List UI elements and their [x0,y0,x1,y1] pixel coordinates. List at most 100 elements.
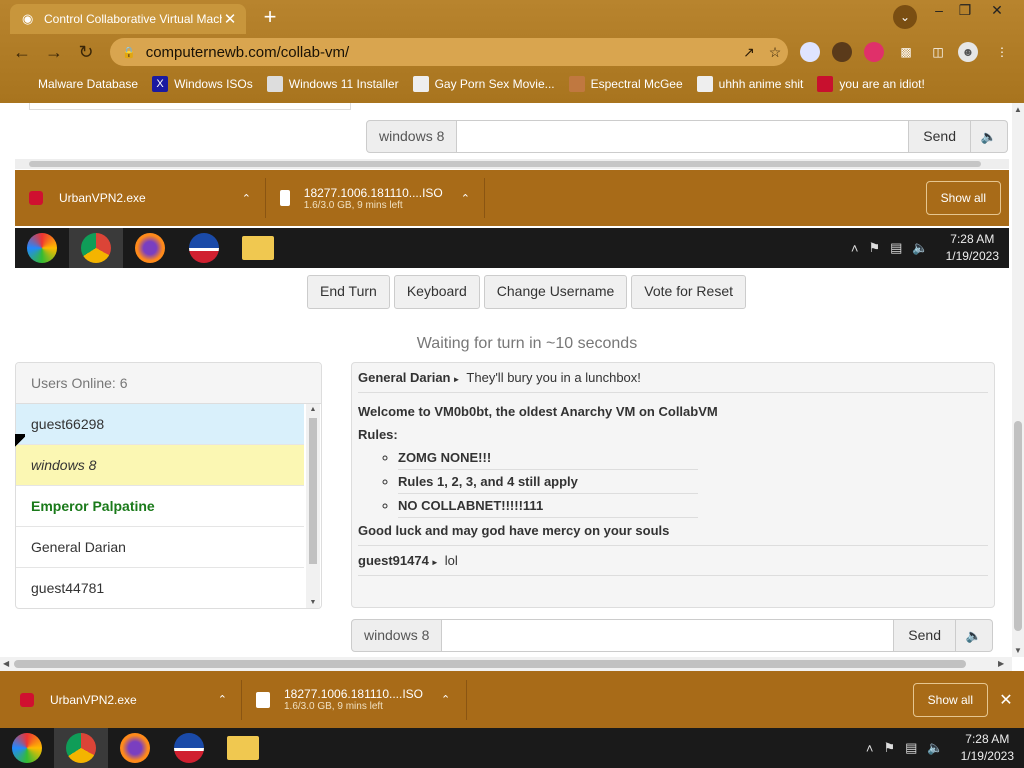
bookmark-item[interactable]: X Windows ISOs [152,76,253,92]
bookmark-item[interactable]: Malware Database [38,77,138,91]
bookmarks-bar: Malware Database X Windows ISOs Windows 1… [0,72,1024,96]
restore-button[interactable]: ❐ [950,0,980,28]
chat-message: guest91474 ► lol [358,546,988,576]
clock[interactable]: 7:28 AM 1/19/2023 [961,731,1014,765]
chrome-icon [69,228,123,268]
download-item[interactable]: UrbanVPN2.exe ⌃ [0,679,242,720]
page-vertical-scrollbar[interactable]: ▲ ▼ [1012,103,1024,657]
change-username-button[interactable]: Change Username [483,275,628,309]
show-all-button[interactable]: Show all [912,682,988,717]
end-turn-button[interactable]: End Turn [307,275,390,309]
close-shelf-icon[interactable]: ✕ [996,690,1016,710]
extension-avatar-icon[interactable] [832,42,852,62]
browser-chrome: ◉ Control Collaborative Virtual Mach ✕ +… [0,0,1024,103]
bookmark-item[interactable]: uhhh anime shit [696,76,803,92]
network-icon: ▤ [890,240,903,255]
users-scrollbar[interactable]: ▲ ▼ [306,404,320,608]
bookmark-star-icon[interactable]: ☆ [762,44,788,61]
system-tray: ˄ ⚑ ▤ 🔈 7:28 AM 1/19/2023 [861,731,1024,765]
scroll-right-icon[interactable]: ▶ [998,657,1004,671]
scroll-left-icon[interactable]: ◀ [3,657,9,671]
obama-logo-icon[interactable] [162,728,216,768]
user-row[interactable]: guest66298 [16,404,304,445]
avatar-icon [568,76,585,92]
goodbye-text: Good luck and may god have mercy on your… [358,523,670,538]
chat-panel: General Darian ► They'll bury you in a lun… [351,362,995,608]
chat-text: They'll bury you in a lunchbox! [466,370,641,385]
chat-input[interactable] [442,619,895,652]
network-icon[interactable]: ▤ [905,740,917,756]
firefox-icon [123,228,177,268]
tray-chevron-icon[interactable]: ˄ [866,741,874,756]
rule-item: NO COLLABNET!!!!!111 [398,494,698,518]
welcome-text: Welcome to VM0b0bt, the oldest Anarchy V… [358,404,718,419]
flag-icon: ⚑ [868,240,881,255]
menu-kebab-icon[interactable]: ⋮ [992,42,1012,62]
scroll-up-icon[interactable]: ▲ [1012,105,1024,114]
user-row-admin[interactable]: Emperor Palpatine [16,486,304,527]
users-panel: Users Online: 6 guest66298 windows 8 Emp… [15,362,322,609]
bookmark-item[interactable]: you are an idiot! [817,76,925,92]
chat-text: lol [444,553,458,568]
chevron-up-icon[interactable]: ⌃ [218,693,227,706]
lock-icon: 🔒 [122,46,136,59]
user-row-self[interactable]: windows 8 [16,445,304,486]
arrow-icon: ► [452,375,461,384]
close-tab-icon[interactable]: ✕ [222,10,238,28]
chevron-up-icon[interactable]: ⌃ [441,693,450,706]
scroll-up-icon[interactable]: ▲ [306,406,320,413]
extensions-puzzle-icon[interactable]: ▩ [896,42,916,62]
side-panel-icon[interactable]: ◫ [928,42,948,62]
bookmark-item[interactable]: Gay Porn Sex Movie... [412,76,555,92]
mouse-cursor-icon [15,434,25,450]
extension-flag-icon[interactable] [800,42,820,62]
rule-item: ZOMG NONE!!! [398,446,698,470]
tab-title: Control Collaborative Virtual Mach [44,12,222,26]
firefox-icon[interactable] [108,728,162,768]
folder-icon[interactable] [216,728,270,768]
chrome-icon[interactable] [54,728,108,768]
extension-pink-icon[interactable] [864,42,884,62]
scrollbar-thumb[interactable] [1014,421,1022,631]
scrollbar-thumb[interactable] [309,418,317,564]
back-button[interactable]: ← [10,40,34,64]
download-shelf: UrbanVPN2.exe ⌃ 18277.1006.181110....ISO… [0,671,1024,728]
flag-icon[interactable]: ⚑ [883,740,895,756]
vm-volume-icon: 🔈 [971,120,1008,153]
bookmark-item[interactable]: Espectral McGee [568,76,683,92]
reload-button[interactable]: ↻ [74,40,98,64]
download-item[interactable]: 18277.1006.181110....ISO 1.6/3.0 GB, 9 mi… [242,679,467,720]
user-row[interactable]: guest44781 [16,568,304,608]
send-button[interactable]: Send [894,619,956,652]
chat-welcome-message: Welcome to VM0b0bt, the oldest Anarchy V… [358,393,988,546]
turn-status: Waiting for turn in ~10 seconds [416,335,638,352]
vm-chat-username: windows 8 [366,120,458,153]
vm-system-tray: ˄ ⚑ ▤ 🔈 7:28 AM 1/19/2023 [846,231,1009,265]
speaker-icon[interactable]: 🔈 [927,740,943,756]
chevron-up-icon: ⌃ [241,192,251,205]
rules-label: Rules: [358,427,398,442]
volume-icon[interactable]: 🔈 [956,619,993,652]
forward-button[interactable]: → [42,40,66,64]
bookmark-item[interactable]: Windows 11 Installer [266,76,399,92]
address-bar[interactable]: 🔒 computernewb.com/collab-vm/ ↗ ☆ [110,38,788,66]
scroll-down-icon[interactable]: ▼ [306,599,320,606]
scrollbar-thumb[interactable] [14,660,966,668]
close-window-button[interactable]: ✕ [982,0,1012,28]
new-tab-button[interactable]: + [258,5,282,29]
vm-screen[interactable]: windows 8 Send 🔈 UrbanVPN2.exe ⌃ 18277.1… [15,103,1009,268]
browser-tab[interactable]: ◉ Control Collaborative Virtual Mach ✕ [10,4,246,34]
keyboard-button[interactable]: Keyboard [393,275,480,309]
tab-search-icon[interactable]: ⌄ [893,5,917,29]
share-icon[interactable]: ↗ [736,44,762,61]
file-icon [280,190,290,206]
scroll-down-icon[interactable]: ▼ [1012,646,1024,655]
page-horizontal-scrollbar[interactable]: ◀ ▶ [0,657,1012,671]
media-center-icon[interactable] [0,728,54,768]
profile-icon[interactable]: ☻ [958,42,978,62]
vm-send-button: Send [909,120,971,153]
file-icon [256,691,270,708]
vm-download-item: UrbanVPN2.exe ⌃ [15,178,266,218]
vote-reset-button[interactable]: Vote for Reset [631,275,746,309]
user-row[interactable]: General Darian [16,527,304,568]
